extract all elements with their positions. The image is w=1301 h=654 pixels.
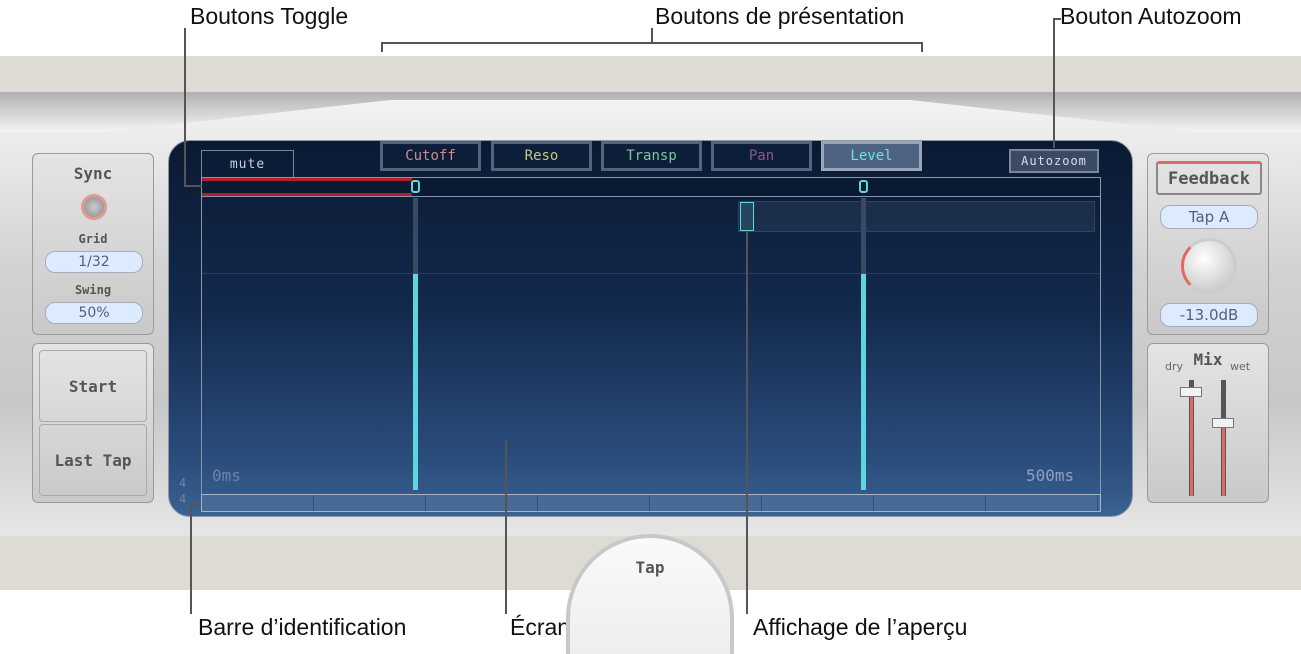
dry-slider[interactable] — [1180, 380, 1202, 496]
sync-panel: Sync Grid 1/32 Swing 50% — [32, 153, 154, 335]
mute-tab[interactable]: mute — [201, 150, 294, 178]
tap-B-level-bar[interactable] — [861, 273, 866, 490]
wet-label: wet — [1230, 360, 1251, 373]
swing-label: Swing — [74, 283, 112, 297]
feedback-value-field[interactable]: -13.0dB — [1160, 303, 1258, 327]
id-bar[interactable] — [201, 494, 1101, 512]
mute-toggle-indicator — [202, 178, 412, 196]
overview-display[interactable] — [738, 201, 1095, 232]
tap-A-level-bar[interactable] — [413, 273, 418, 490]
feedback-button[interactable]: Feedback — [1156, 161, 1262, 195]
callout-line — [1053, 18, 1055, 148]
tap-control-panel: Start Last Tap — [32, 343, 154, 503]
callout-line — [190, 504, 192, 614]
grid-value-field[interactable]: 1/32 — [45, 251, 143, 273]
view-button-pan[interactable]: Pan — [711, 141, 812, 171]
callout-line — [1053, 18, 1061, 20]
callout-line — [381, 42, 383, 52]
sync-label: Sync — [73, 164, 113, 183]
tap-area[interactable] — [201, 197, 1101, 494]
dry-slider-thumb[interactable] — [1180, 386, 1202, 397]
swing-value-field[interactable]: 50% — [45, 302, 143, 324]
callout-line — [746, 232, 748, 614]
view-button-level[interactable]: Level — [821, 141, 922, 171]
time-start-label: 0ms — [212, 466, 241, 485]
wet-slider-thumb[interactable] — [1212, 417, 1234, 428]
mix-panel: Mix dry wet — [1147, 343, 1269, 503]
callout-overview: Affichage de l’aperçu — [753, 614, 968, 640]
tap-A-toggle[interactable] — [411, 180, 420, 193]
feedback-panel: Feedback Tap A -13.0dB — [1147, 153, 1269, 335]
dry-slider-fill — [1190, 391, 1193, 496]
time-signature-top: 4 — [179, 476, 187, 490]
callout-id-bar: Barre d’identification — [198, 614, 407, 640]
callout-line — [505, 440, 507, 614]
view-button-reso[interactable]: Reso — [491, 141, 592, 171]
callout-line — [651, 28, 653, 43]
last-tap-button[interactable]: Last Tap — [39, 424, 147, 496]
time-end-label: 500ms — [1026, 466, 1075, 485]
tap-select-field[interactable]: Tap A — [1160, 205, 1258, 229]
grid-label: Grid — [78, 232, 108, 246]
dry-label: dry — [1165, 360, 1184, 373]
sync-button[interactable] — [81, 194, 107, 220]
callout-line — [184, 28, 186, 186]
callout-line — [184, 185, 202, 187]
overview-handle[interactable] — [740, 202, 754, 231]
start-button[interactable]: Start — [39, 350, 147, 422]
autozoom-button[interactable]: Autozoom — [1009, 149, 1099, 173]
view-button-transp[interactable]: Transp — [601, 141, 702, 171]
callout-toggle-buttons: Boutons Toggle — [190, 3, 349, 29]
callout-line — [190, 504, 200, 506]
wet-slider-fill — [1222, 422, 1225, 496]
callout-view-buttons: Boutons de présentation — [655, 3, 905, 29]
grid-line — [202, 273, 1100, 274]
view-button-cutoff[interactable]: Cutoff — [380, 141, 481, 171]
callout-autozoom: Bouton Autozoom — [1060, 3, 1242, 29]
time-signature-bottom: 4 — [179, 492, 187, 506]
wet-slider[interactable] — [1212, 380, 1234, 496]
tap-button-label: Tap — [635, 558, 665, 577]
feedback-knob[interactable] — [1181, 238, 1237, 294]
callout-line — [921, 42, 923, 52]
tap-B-toggle[interactable] — [859, 180, 868, 193]
